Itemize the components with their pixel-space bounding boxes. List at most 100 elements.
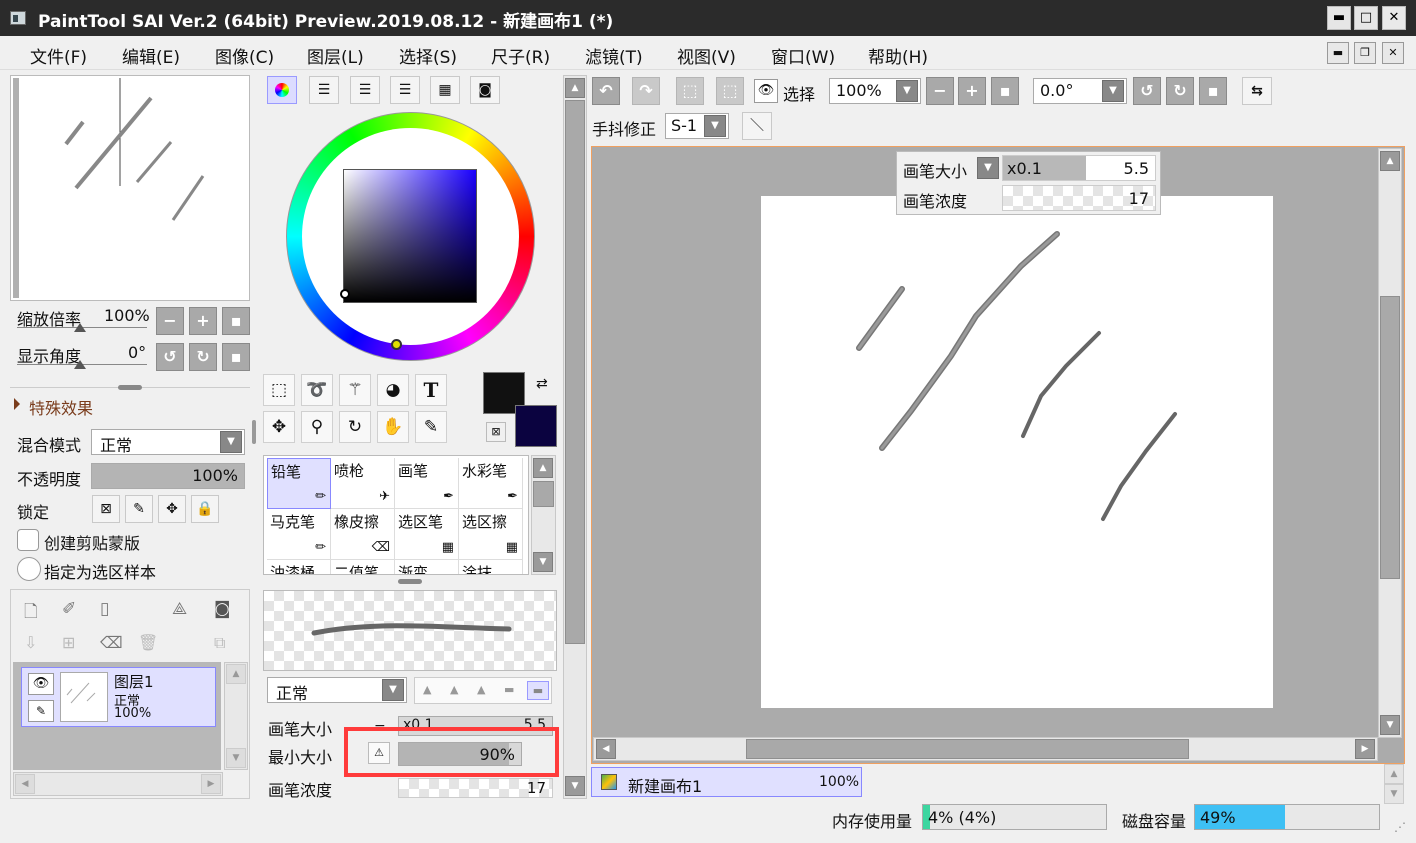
- hue-picker-handle[interactable]: [391, 339, 402, 350]
- rotate-right-button[interactable]: ↻: [189, 343, 217, 371]
- lasso-icon[interactable]: ➰: [301, 374, 333, 406]
- tab-scroll-down-icon[interactable]: ▼: [1384, 784, 1404, 804]
- scroll-up-icon[interactable]: ▲: [565, 78, 585, 98]
- brush-airbrush[interactable]: 喷枪 ✈: [331, 458, 395, 509]
- lock-move-icon[interactable]: ✥: [158, 495, 186, 523]
- flip-horizontal-icon[interactable]: ⇆: [1242, 77, 1272, 105]
- canvas-tab[interactable]: 新建画布1 100%: [591, 767, 862, 797]
- eyedropper-icon[interactable]: ✎: [415, 411, 447, 443]
- scroll-left-icon[interactable]: ◀: [596, 739, 616, 759]
- rotate-reset-button[interactable]: ▪: [222, 343, 250, 371]
- saturation-value-square[interactable]: [343, 169, 477, 303]
- menu-ruler[interactable]: 尺子(R): [491, 43, 550, 68]
- angle-slider-handle[interactable]: [74, 360, 86, 369]
- layer-pen-icon[interactable]: ✎: [28, 700, 54, 722]
- zoom-slider-handle[interactable]: [74, 323, 86, 332]
- redo-button[interactable]: ↷: [632, 77, 660, 105]
- mdi-close-button[interactable]: ✕: [1382, 42, 1404, 64]
- zoom-reset-button[interactable]: ▪: [222, 307, 250, 335]
- stabilizer-select[interactable]: S-1 ▼: [665, 113, 729, 139]
- magic-wand-icon[interactable]: ⚚: [339, 374, 371, 406]
- menu-filter[interactable]: 滤镜(T): [585, 43, 643, 68]
- canvas-zoom-out-button[interactable]: −: [926, 77, 954, 105]
- brush-brush[interactable]: 画笔 ✒: [395, 458, 459, 509]
- brush-blend-select[interactable]: 正常 ▼: [267, 677, 407, 703]
- scroll-right-icon[interactable]: ▶: [1355, 739, 1375, 759]
- canvas-zoom-in-button[interactable]: +: [958, 77, 986, 105]
- menu-window[interactable]: 窗口(W): [771, 43, 835, 68]
- tab-scroll-up-icon[interactable]: ▲: [1384, 764, 1404, 784]
- brush-selection-eraser[interactable]: 选区擦 ▦: [459, 509, 523, 560]
- navigator-preview[interactable]: [10, 75, 250, 301]
- canvas-zoom-reset-button[interactable]: ▪: [991, 77, 1019, 105]
- new-vector-layer-icon[interactable]: ✐: [62, 599, 76, 619]
- scratchpad-tab[interactable]: ◙: [470, 76, 500, 104]
- scroll-up-icon[interactable]: ▲: [533, 458, 553, 478]
- lock-all-icon[interactable]: 🔒: [191, 495, 219, 523]
- brush-watercolor[interactable]: 水彩笔 ✒: [459, 458, 523, 509]
- shape-sharp-icon[interactable]: ▲: [423, 683, 431, 696]
- shape-round-icon[interactable]: ▲: [477, 683, 485, 696]
- panel-splitter-vertical[interactable]: [252, 420, 256, 444]
- expand-arrow-icon[interactable]: [14, 398, 20, 410]
- background-color-swatch[interactable]: [515, 405, 557, 447]
- special-effects-header[interactable]: 特殊效果: [29, 395, 93, 419]
- color-wheel-tab[interactable]: [267, 76, 297, 104]
- shape-icon[interactable]: ◕: [377, 374, 409, 406]
- visibility-eye-icon[interactable]: 👁: [28, 673, 54, 695]
- shape-flat-icon[interactable]: ▬: [504, 683, 514, 696]
- brush-density-slider[interactable]: 17: [398, 778, 553, 798]
- clear-layer-icon[interactable]: ⌫: [100, 633, 123, 652]
- clip-mask-checkbox[interactable]: [17, 529, 39, 551]
- text-tool-icon[interactable]: T: [415, 374, 447, 406]
- line-mode-icon[interactable]: ＼: [742, 112, 772, 140]
- canvas-rotate-right-button[interactable]: ↻: [1166, 77, 1194, 105]
- scroll-down-icon[interactable]: ▼: [226, 748, 246, 768]
- hsv-slider-tab[interactable]: ☰: [350, 76, 380, 104]
- color-mix-tab[interactable]: ☰: [390, 76, 420, 104]
- scroll-down-icon[interactable]: ▼: [1380, 715, 1400, 735]
- tool-panel-vscroll[interactable]: ▲ ▼: [563, 75, 587, 799]
- blend-mode-select[interactable]: 正常 ▼: [91, 429, 245, 455]
- menu-image[interactable]: 图像(C): [215, 43, 274, 68]
- scroll-left-icon[interactable]: ◀: [15, 774, 35, 794]
- panel-splitter[interactable]: [398, 579, 422, 584]
- brush-bucket[interactable]: 油漆桶: [267, 560, 331, 574]
- popup-size-slider[interactable]: x0.1 5.5: [1002, 155, 1156, 181]
- swatch-tab[interactable]: ▦: [430, 76, 460, 104]
- zoom-in-button[interactable]: +: [189, 307, 217, 335]
- brush-marker[interactable]: 马克笔 ✏: [267, 509, 331, 560]
- chevron-down-icon[interactable]: ▼: [977, 157, 999, 179]
- selection-sample-checkbox[interactable]: [17, 557, 41, 581]
- canvas-angle-select[interactable]: 0.0° ▼: [1033, 78, 1127, 104]
- delete-layer-icon[interactable]: 🗑: [138, 633, 158, 652]
- rect-select-icon[interactable]: ⬚: [263, 374, 295, 406]
- deselect-button[interactable]: ⬚: [676, 77, 704, 105]
- move-icon[interactable]: ✥: [263, 411, 295, 443]
- brush-vscroll[interactable]: ▲ ▼: [531, 455, 556, 575]
- layer-effect-icon[interactable]: ⟁: [172, 599, 187, 619]
- drawing-canvas[interactable]: [761, 196, 1273, 708]
- maximize-button[interactable]: □: [1354, 6, 1378, 30]
- invert-select-button[interactable]: ⬚: [716, 77, 744, 105]
- scroll-up-icon[interactable]: ▲: [1380, 151, 1400, 171]
- scroll-down-icon[interactable]: ▼: [533, 552, 553, 572]
- panel-splitter[interactable]: [118, 385, 142, 390]
- shape-soft-icon[interactable]: ▲: [450, 683, 458, 696]
- canvas-zoom-select[interactable]: 100% ▼: [829, 78, 921, 104]
- rgb-slider-tab[interactable]: ☰: [309, 76, 339, 104]
- opacity-slider[interactable]: 100%: [91, 463, 245, 489]
- close-button[interactable]: ✕: [1382, 6, 1406, 30]
- popup-density-slider[interactable]: 17: [1002, 185, 1156, 211]
- brush-smudge[interactable]: 涂抹: [459, 560, 523, 574]
- lock-transparency-icon[interactable]: ⊠: [92, 495, 120, 523]
- brush-pencil[interactable]: 铅笔 ✏: [267, 458, 331, 509]
- layer-mask-icon[interactable]: ◙: [214, 599, 231, 619]
- canvas-rotate-left-button[interactable]: ↺: [1133, 77, 1161, 105]
- menu-help[interactable]: 帮助(H): [868, 43, 928, 68]
- brush-selection-pen[interactable]: 选区笔 ▦: [395, 509, 459, 560]
- rotate-left-button[interactable]: ↺: [156, 343, 184, 371]
- brush-gradient[interactable]: 渐变: [395, 560, 459, 574]
- minimize-button[interactable]: ▬: [1327, 6, 1351, 30]
- brush-eraser[interactable]: 橡皮擦 ⌫: [331, 509, 395, 560]
